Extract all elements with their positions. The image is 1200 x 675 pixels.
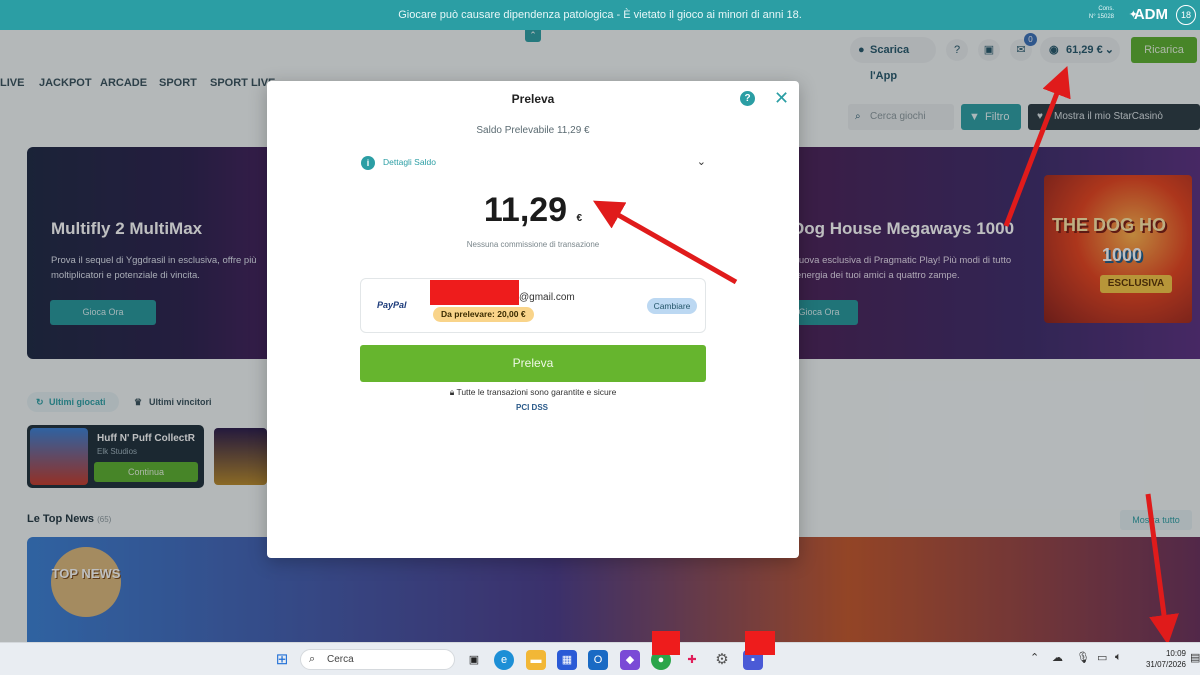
modal-title: Preleva: [511, 92, 555, 106]
settings-gear-icon[interactable]: ⚙: [712, 650, 732, 670]
balance-details-toggle[interactable]: i Dettagli Saldo ⌄: [361, 154, 706, 172]
responsible-gaming-banner: Giocare può causare dipendenza patologic…: [0, 0, 1200, 30]
payment-method-card: PayPal @gmail.com Da prelevare: 20,00 € …: [360, 278, 706, 333]
withdraw-limit-badge: Da prelevare: 20,00 €: [433, 307, 534, 322]
edge-icon[interactable]: e: [494, 650, 514, 670]
taskbar-search[interactable]: ⌕ Cerca: [300, 649, 455, 670]
volume-icon[interactable]: 🔈︎: [1115, 651, 1122, 664]
help-icon[interactable]: ?: [740, 91, 755, 106]
pci-dss-logo: PCI DSS: [516, 403, 549, 412]
withdraw-button[interactable]: Preleva: [360, 345, 706, 382]
chevron-down-icon: ⌄: [696, 156, 706, 168]
info-icon: i: [361, 156, 375, 170]
paypal-logo: PayPal: [377, 300, 407, 310]
cloud-off-icon[interactable]: ☁: [1052, 651, 1063, 664]
adm-logo: ADM: [1133, 6, 1168, 23]
display-icon[interactable]: ▭: [1097, 651, 1107, 664]
balance-details-label: Dettagli Saldo: [383, 157, 436, 167]
store-icon[interactable]: ▦: [557, 650, 577, 670]
file-explorer-icon[interactable]: ▬: [526, 650, 546, 670]
change-method-button[interactable]: Cambiare: [647, 298, 697, 314]
paypal-email: @gmail.com: [519, 292, 575, 303]
secure-transactions-note: 🔒︎ Tutte le transazioni sono garantite e…: [449, 387, 617, 397]
redaction-box: [430, 280, 519, 305]
close-icon[interactable]: ✕: [774, 88, 789, 108]
taskbar-clock[interactable]: 10:09 31/07/2026: [1136, 648, 1186, 670]
outlook-icon[interactable]: O: [588, 650, 608, 670]
adm-license-code: Cons. N° 15028: [1088, 6, 1114, 20]
clock-time: 10:09: [1165, 649, 1186, 658]
withdraw-amount[interactable]: 11,29 €: [267, 191, 799, 230]
redaction-box: [745, 631, 775, 655]
windows-taskbar: ⊞ ⌕ Cerca ▣ e ▬ ▦ O ◆ ● ✚ ⚙ ▪ ⌃ ☁ 🎙︎ ▭ 🔈…: [0, 631, 1200, 675]
banner-message: Giocare può causare dipendenza patologic…: [398, 9, 802, 21]
currency-symbol: €: [576, 213, 583, 224]
withdrawable-balance: Saldo Prelevabile 11,29 €: [476, 125, 590, 136]
task-view-icon[interactable]: ▣: [464, 650, 484, 670]
slack-icon[interactable]: ✚: [682, 650, 702, 670]
windows-start-icon[interactable]: ⊞: [272, 650, 292, 670]
age-18-icon: 18: [1176, 5, 1196, 25]
lock-icon: 🔒︎: [449, 387, 455, 397]
search-icon: ⌕: [309, 653, 316, 665]
chevron-up-icon[interactable]: ⌃: [1030, 651, 1039, 664]
withdraw-modal: Preleva ? ✕ Saldo Prelevabile 11,29 € i …: [267, 81, 799, 558]
app-icon[interactable]: ◆: [620, 650, 640, 670]
no-commission-note: Nessuna commissione di transazione: [466, 240, 600, 249]
microphone-icon[interactable]: 🎙︎: [1076, 651, 1090, 664]
clock-date: 31/07/2026: [1145, 660, 1186, 669]
redaction-box: [652, 631, 680, 655]
notification-icon[interactable]: ▤: [1190, 651, 1200, 664]
